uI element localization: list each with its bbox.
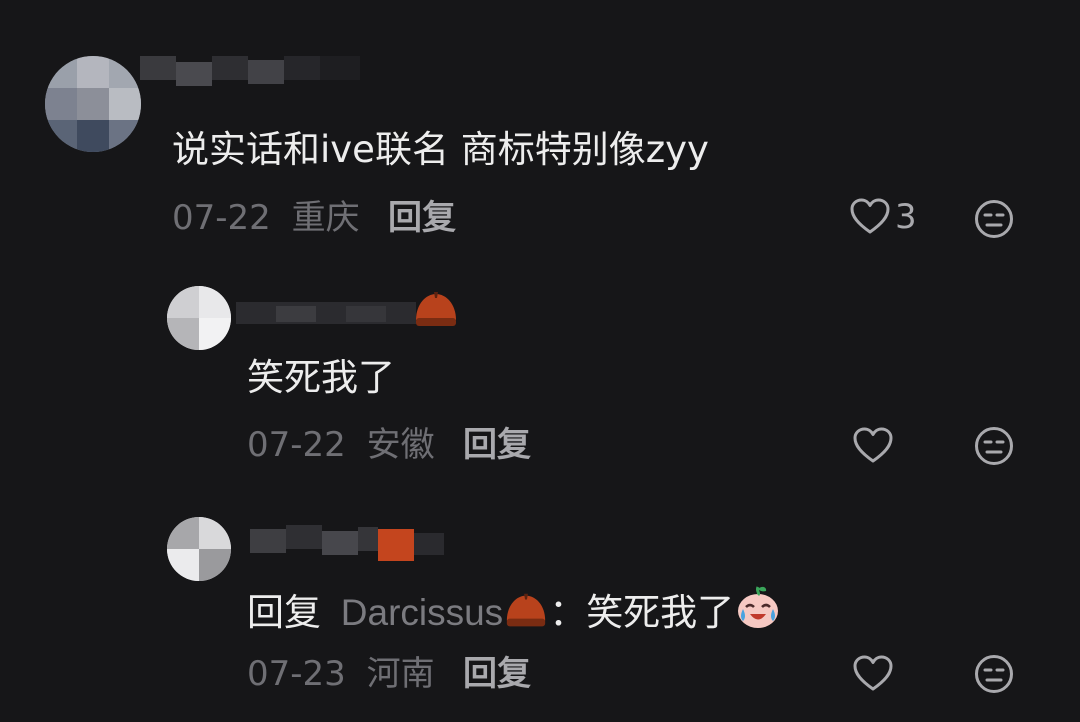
comment-date: 07-22 (247, 425, 346, 465)
comment-meta: 07-22 重庆 (172, 198, 360, 238)
reply-message: 笑死我了 (586, 591, 735, 634)
comment-date: 07-23 (247, 654, 346, 694)
avatar[interactable] (167, 517, 231, 581)
reply-button[interactable]: 回复 (463, 654, 531, 694)
reply-target-username[interactable]: Darcissus (341, 592, 503, 633)
comment-location: 河南 (366, 654, 435, 694)
chestnut-emoji (503, 591, 549, 641)
heart-outline-icon (850, 198, 890, 234)
like-button[interactable]: 3 (849, 197, 917, 237)
reply-item: 回复 Darcissus ：笑死我了 07-23 河南 回复 (0, 505, 1080, 722)
username-blurred[interactable] (140, 56, 360, 86)
like-count: 3 (895, 197, 917, 237)
neutral-face-icon[interactable] (974, 199, 1014, 239)
reply-button[interactable]: 回复 (388, 198, 456, 238)
comment-thread: 说实话和ive联名 商标特别像zyy 07-22 重庆 回复 3 笑死我了 07… (0, 0, 1080, 722)
reply-prefix: 回复 (247, 591, 321, 634)
comment-meta: 07-22 安徽 (247, 425, 435, 465)
heart-outline-icon (853, 427, 893, 463)
comment-item: 说实话和ive联名 商标特别像zyy 07-22 重庆 回复 3 (0, 0, 1080, 260)
reply-separator: ： (549, 591, 587, 634)
like-button[interactable] (852, 654, 898, 694)
reply-item: 笑死我了 07-22 安徽 回复 (0, 280, 1080, 490)
chestnut-emoji (412, 290, 460, 330)
reply-button[interactable]: 回复 (463, 425, 531, 465)
comment-location: 安徽 (366, 425, 435, 465)
comment-text: 笑死我了 (247, 356, 395, 399)
like-button[interactable] (852, 426, 898, 466)
comment-meta: 07-23 河南 (247, 654, 435, 694)
avatar[interactable] (45, 56, 141, 152)
neutral-face-icon[interactable] (974, 654, 1014, 694)
comment-text: 说实话和ive联名 商标特别像zyy (172, 128, 709, 171)
username-blurred[interactable] (250, 525, 450, 561)
laughing-crying-emoji (734, 583, 782, 641)
comment-text: 回复 Darcissus ：笑死我了 (247, 583, 782, 641)
comment-location: 重庆 (291, 198, 360, 238)
comment-date: 07-22 (172, 198, 271, 238)
heart-outline-icon (853, 655, 893, 691)
avatar[interactable] (167, 286, 231, 350)
neutral-face-icon[interactable] (974, 426, 1014, 466)
